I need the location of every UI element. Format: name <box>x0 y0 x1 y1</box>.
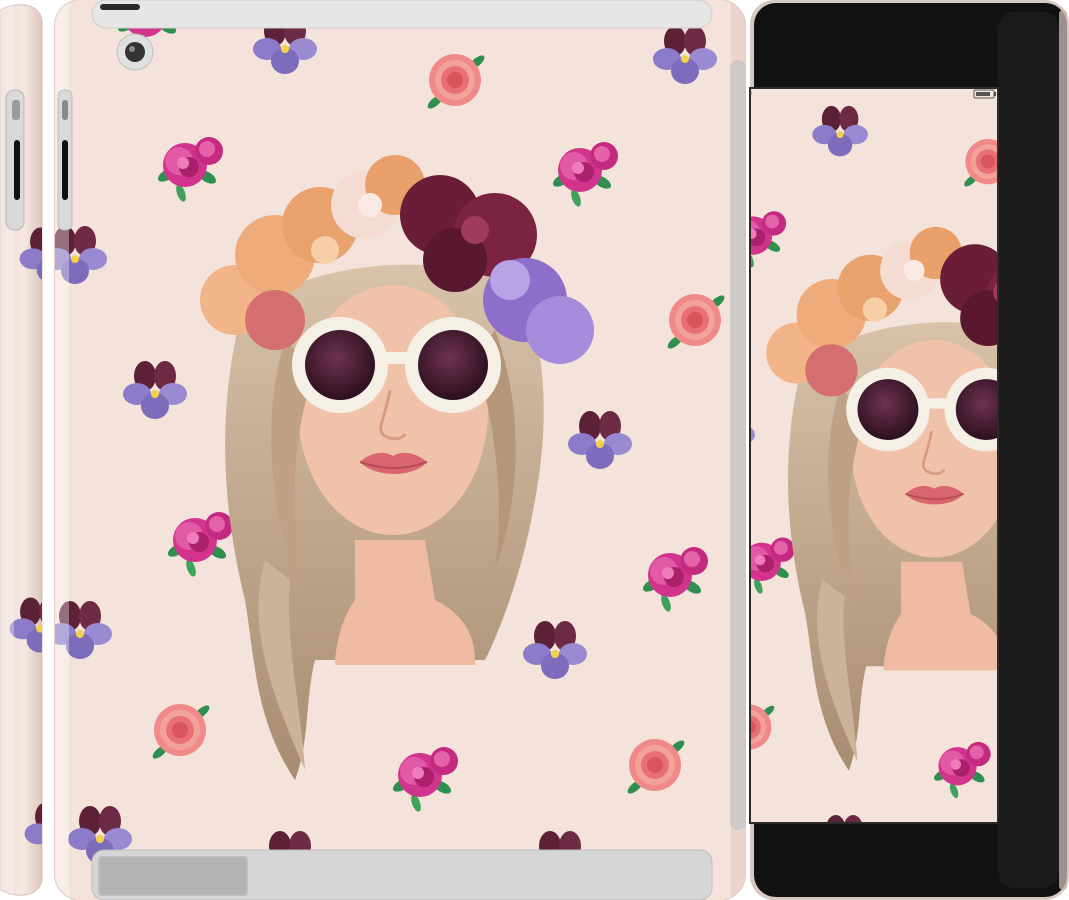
device-top-edge <box>91 0 713 29</box>
speaker-grille-icon <box>91 849 713 900</box>
right-edge-strip <box>730 60 746 830</box>
side-button <box>12 100 20 120</box>
product-image-stage <box>0 0 1069 900</box>
volume-slot <box>14 140 20 200</box>
camera-lens-icon <box>116 33 154 71</box>
tablet-case-illustration <box>0 0 1069 900</box>
back-view <box>54 0 746 900</box>
